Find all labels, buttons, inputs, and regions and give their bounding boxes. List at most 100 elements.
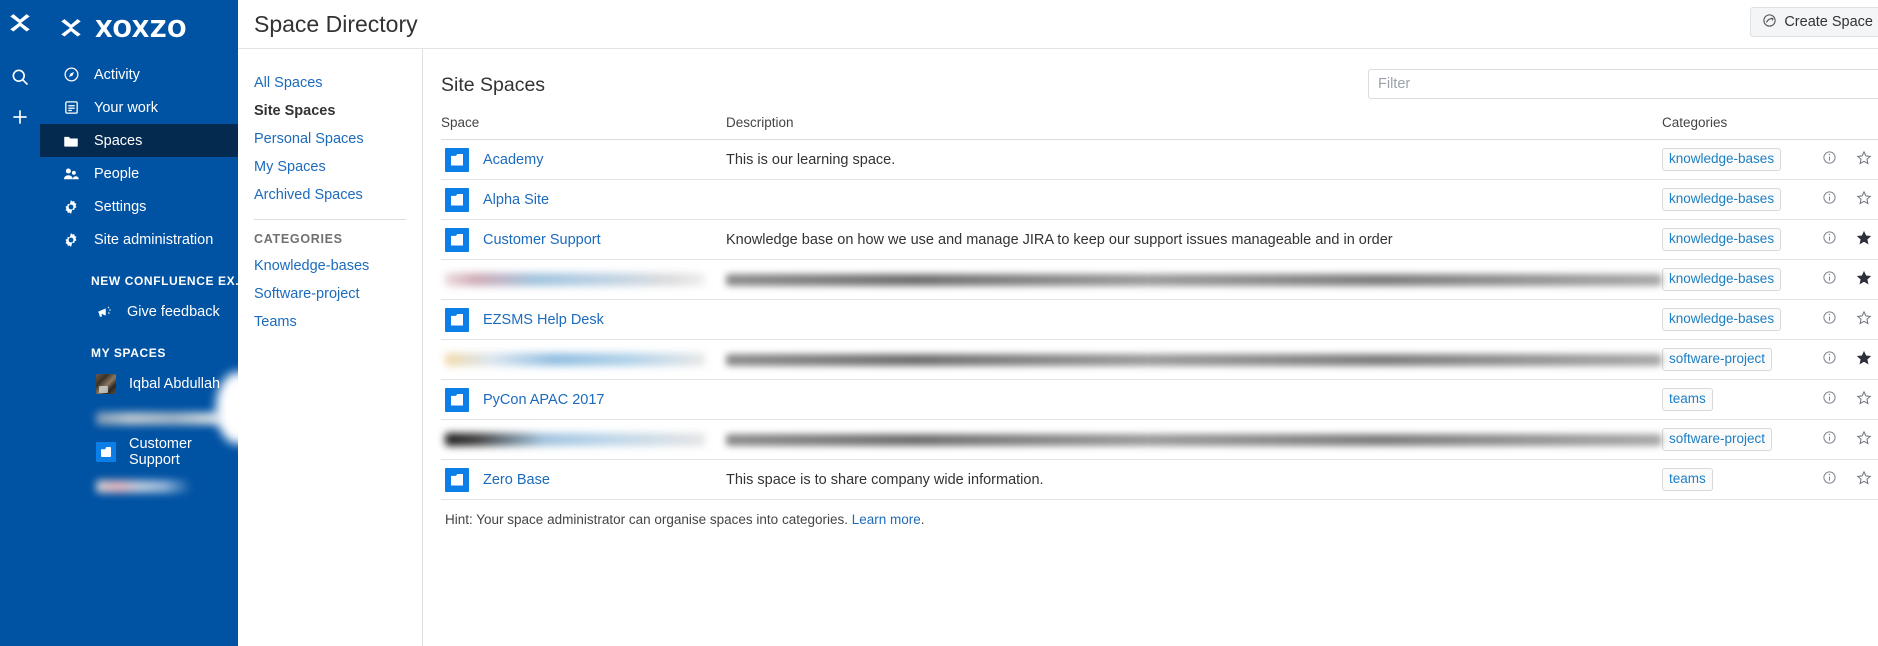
sidebar-item-activity[interactable]: Activity bbox=[40, 58, 238, 91]
spaces-table-body: Academy This is our learning space. knowle… bbox=[441, 139, 1878, 500]
space-link[interactable]: Academy bbox=[483, 152, 543, 168]
cell-categories: knowledge-bases bbox=[1662, 299, 1822, 340]
panel-header: Site Spaces bbox=[441, 67, 1878, 103]
secondary-navigation: All Spaces Site Spaces Personal Spaces M… bbox=[238, 49, 422, 646]
cell-space: Zero Base bbox=[441, 459, 726, 500]
category-tag[interactable]: knowledge-bases bbox=[1662, 228, 1782, 251]
sidebar-space-redacted[interactable] bbox=[40, 469, 238, 503]
info-icon[interactable] bbox=[1822, 190, 1837, 205]
secnav-item-archived-spaces[interactable]: Archived Spaces bbox=[254, 181, 422, 209]
category-tag[interactable]: software-project bbox=[1662, 428, 1773, 451]
redacted-space[interactable] bbox=[445, 273, 726, 286]
people-icon bbox=[62, 165, 80, 183]
cell-categories: software-project bbox=[1662, 339, 1822, 380]
cell-info bbox=[1822, 259, 1856, 300]
info-icon[interactable] bbox=[1822, 270, 1837, 285]
cell-space: Alpha Site bbox=[441, 179, 726, 220]
star-outline-icon[interactable] bbox=[1856, 190, 1872, 206]
create-space-button[interactable]: Create Space bbox=[1750, 7, 1878, 37]
cell-space: Academy bbox=[441, 139, 726, 180]
star-outline-icon[interactable] bbox=[1856, 150, 1872, 166]
table-row: Customer Support Knowledge base on how we… bbox=[441, 219, 1878, 260]
table-row: PyCon APAC 2017 teams bbox=[441, 379, 1878, 420]
category-link-software-project[interactable]: Software-project bbox=[254, 280, 422, 308]
space-link[interactable]: Customer Support bbox=[483, 232, 601, 248]
brand-name: XOXZO bbox=[95, 17, 188, 43]
cell-description: This is our learning space. bbox=[726, 139, 1662, 180]
cell-info bbox=[1822, 459, 1856, 500]
secnav-item-all-spaces[interactable]: All Spaces bbox=[254, 69, 422, 97]
category-tag[interactable]: knowledge-bases bbox=[1662, 268, 1782, 291]
gear-icon bbox=[62, 198, 80, 216]
sidebar-item-settings[interactable]: Settings bbox=[40, 190, 238, 223]
sidebar-space-redacted[interactable] bbox=[40, 401, 238, 435]
sidebar-item-give-feedback[interactable]: Give feedback bbox=[40, 295, 238, 328]
sidebar-item-spaces[interactable]: Spaces bbox=[40, 124, 238, 157]
space-icon bbox=[445, 147, 469, 172]
sidebar-item-people[interactable]: People bbox=[40, 157, 238, 190]
redacted-space[interactable] bbox=[445, 433, 726, 446]
cell-favorite bbox=[1856, 419, 1878, 460]
info-icon[interactable] bbox=[1822, 350, 1837, 365]
plus-icon[interactable] bbox=[5, 102, 35, 132]
brand[interactable]: XOXZO bbox=[40, 0, 238, 48]
info-icon[interactable] bbox=[1822, 390, 1837, 405]
hint-text: Hint: Your space administrator can organ… bbox=[441, 500, 1878, 527]
sidebar-space-iqbal-abdullah[interactable]: Iqbal Abdullah bbox=[40, 367, 238, 401]
sidebar-space-label: Iqbal Abdullah bbox=[129, 376, 221, 392]
cell-categories: teams bbox=[1662, 379, 1822, 420]
category-tag[interactable]: teams bbox=[1662, 468, 1713, 491]
space-link[interactable]: PyCon APAC 2017 bbox=[483, 392, 604, 408]
content-area: Space Directory Create Space All Spaces … bbox=[238, 0, 1878, 646]
star-outline-icon[interactable] bbox=[1856, 390, 1872, 406]
cell-favorite bbox=[1856, 459, 1878, 500]
star-outline-icon[interactable] bbox=[1856, 470, 1872, 486]
info-icon[interactable] bbox=[1822, 230, 1837, 245]
primary-sidebar: XOXZO Activity Your work Spaces People S… bbox=[40, 0, 238, 646]
secnav-item-site-spaces[interactable]: Site Spaces bbox=[254, 97, 422, 125]
sidebar-item-site-administration[interactable]: Site administration bbox=[40, 223, 238, 256]
category-tag[interactable]: teams bbox=[1662, 388, 1713, 411]
star-outline-icon[interactable] bbox=[1856, 430, 1872, 446]
sidebar-item-your-work[interactable]: Your work bbox=[40, 91, 238, 124]
space-link[interactable]: Zero Base bbox=[483, 472, 550, 488]
space-icon bbox=[445, 467, 469, 492]
info-icon[interactable] bbox=[1822, 470, 1837, 485]
info-icon[interactable] bbox=[1822, 310, 1837, 325]
table-row: Alpha Site knowledge-bases bbox=[441, 179, 1878, 220]
cell-categories: knowledge-bases bbox=[1662, 139, 1822, 180]
category-link-teams[interactable]: Teams bbox=[254, 308, 422, 336]
filter-input[interactable] bbox=[1368, 69, 1878, 99]
search-icon[interactable] bbox=[5, 62, 35, 92]
category-tag[interactable]: knowledge-bases bbox=[1662, 188, 1782, 211]
cell-info bbox=[1822, 299, 1856, 340]
table-row: Academy This is our learning space. knowle… bbox=[441, 139, 1878, 180]
category-tag[interactable]: knowledge-bases bbox=[1662, 148, 1782, 171]
secnav-item-personal-spaces[interactable]: Personal Spaces bbox=[254, 125, 422, 153]
redacted-space-name bbox=[445, 433, 705, 446]
category-link-knowledge-bases[interactable]: Knowledge-bases bbox=[254, 252, 422, 280]
cell-favorite bbox=[1856, 339, 1878, 380]
sidebar-space-customer-support[interactable]: Customer Support bbox=[40, 435, 238, 469]
star-filled-icon[interactable] bbox=[1856, 270, 1872, 286]
space-link[interactable]: EZSMS Help Desk bbox=[483, 312, 604, 328]
category-tag[interactable]: software-project bbox=[1662, 348, 1773, 371]
sidebar-item-label: Your work bbox=[94, 99, 158, 116]
category-tag[interactable]: knowledge-bases bbox=[1662, 308, 1782, 331]
space-icon bbox=[445, 227, 469, 252]
cell-description bbox=[726, 299, 1662, 340]
redacted-space[interactable] bbox=[445, 353, 726, 366]
secnav-item-my-spaces[interactable]: My Spaces bbox=[254, 153, 422, 181]
space-link[interactable]: Alpha Site bbox=[483, 192, 549, 208]
cell-space bbox=[441, 339, 726, 380]
learn-more-link[interactable]: Learn more bbox=[852, 512, 921, 527]
space-icon bbox=[445, 307, 469, 332]
star-filled-icon[interactable] bbox=[1856, 230, 1872, 246]
star-filled-icon[interactable] bbox=[1856, 350, 1872, 366]
star-outline-icon[interactable] bbox=[1856, 310, 1872, 326]
global-navigation-rail bbox=[0, 0, 40, 646]
info-icon[interactable] bbox=[1822, 150, 1837, 165]
info-icon[interactable] bbox=[1822, 430, 1837, 445]
xoxzo-mark-icon[interactable] bbox=[6, 8, 34, 42]
new-confluence-experience-heading: NEW CONFLUENCE EX... bbox=[91, 274, 238, 288]
